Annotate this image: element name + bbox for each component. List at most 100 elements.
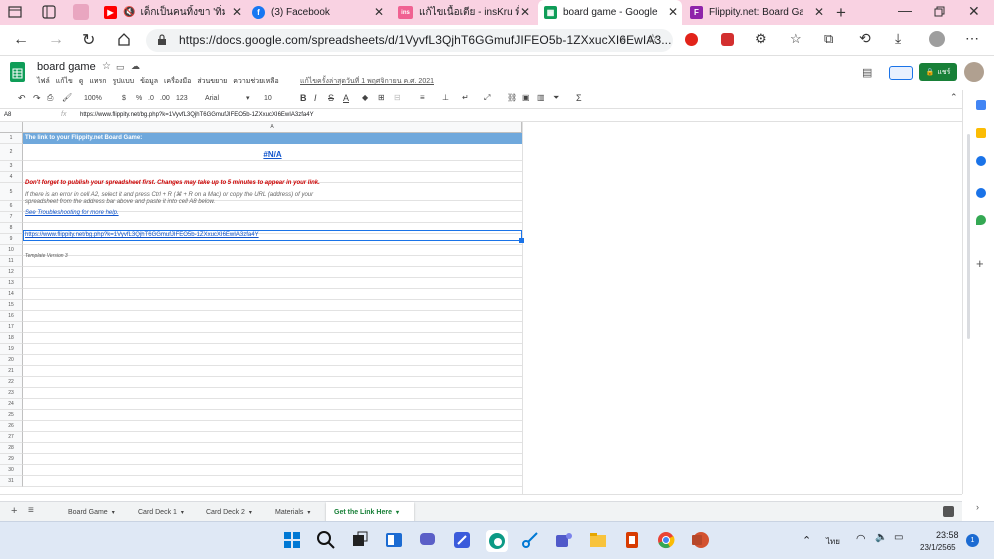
teams-icon[interactable] [554, 530, 576, 552]
merge-cells-icon[interactable]: ⊟ [394, 93, 401, 102]
formula-input[interactable]: https://www.flippity.net/bg.php?k=1VyvfL… [80, 112, 314, 118]
add-sheet-button[interactable]: + [11, 505, 17, 517]
row-header[interactable]: 14 [0, 289, 23, 300]
cell-a10[interactable]: Template Version 3 [25, 253, 68, 259]
increase-decimal-button[interactable]: .00 [160, 95, 170, 102]
bold-icon[interactable]: B [300, 93, 307, 103]
row-header[interactable]: 23 [0, 388, 23, 399]
grid-row[interactable] [23, 421, 522, 432]
row-header[interactable]: 6 [0, 201, 23, 212]
insert-comment-icon[interactable]: ▣ [522, 93, 530, 102]
currency-button[interactable]: $ [122, 95, 126, 102]
row-header[interactable]: 12 [0, 267, 23, 278]
grid-row[interactable] [23, 289, 522, 300]
browser-tab-youtube[interactable]: ▶ 🔇 เด็กเป็นคนทิ้งขา 'ทิ่มม ✕ [104, 0, 246, 25]
window-menu-icon[interactable] [8, 5, 22, 19]
expand-panel-icon[interactable]: › [976, 502, 979, 512]
cell-a2[interactable]: #N/A [23, 150, 522, 159]
chevron-down-icon[interactable]: ▾ [246, 94, 250, 102]
comments-icon[interactable]: ▤ [862, 66, 872, 79]
fill-handle[interactable] [519, 238, 524, 243]
forward-button[interactable]: → [48, 31, 64, 49]
select-all-corner[interactable] [0, 122, 23, 133]
redo-icon[interactable]: ↷ [33, 93, 41, 104]
insert-chart-icon[interactable]: ▥ [537, 93, 545, 102]
menu-item[interactable]: ข้อมูล [140, 76, 158, 87]
clock-time[interactable]: 23:58 [936, 530, 959, 540]
menu-item[interactable]: เครื่องมือ [164, 76, 191, 87]
share-button[interactable]: 🔒 แชร์ [919, 63, 957, 81]
chevron-down-icon[interactable]: ▾ [307, 509, 310, 516]
favorites-icon[interactable]: ☆ [790, 31, 802, 47]
language-indicator[interactable]: ไทย [826, 535, 840, 548]
paint-format-icon[interactable]: 🖌 [62, 93, 72, 102]
more-formats-button[interactable]: 123 [176, 95, 188, 102]
row-header[interactable]: 20 [0, 355, 23, 366]
row-header[interactable]: 21 [0, 366, 23, 377]
sheets-logo-icon[interactable] [10, 62, 25, 82]
powerpoint-icon[interactable] [690, 530, 712, 552]
reload-button[interactable]: ↻ [82, 30, 95, 50]
battery-icon[interactable]: ▭ [894, 532, 903, 543]
file-explorer-icon[interactable] [588, 530, 610, 552]
speaker-muted-icon[interactable]: 🔇 [123, 7, 135, 18]
decrease-decimal-button[interactable]: .0 [148, 95, 154, 102]
more-menu-icon[interactable]: ⋯ [965, 30, 979, 47]
name-box[interactable]: A8 [4, 112, 11, 118]
chevron-down-icon[interactable]: ▾ [249, 509, 252, 516]
grid-row[interactable] [23, 377, 522, 388]
download-icon[interactable]: ⤓ [895, 30, 901, 47]
row-header[interactable]: 3 [0, 161, 23, 172]
extensions-icon[interactable]: ⚙ [755, 31, 767, 47]
close-icon[interactable]: ✕ [668, 5, 678, 19]
back-button[interactable]: ← [13, 31, 29, 49]
grid-row[interactable] [23, 344, 522, 355]
document-title[interactable]: board game [37, 61, 96, 73]
opera-extension-icon[interactable] [685, 33, 698, 46]
volume-icon[interactable]: 🔈 [875, 532, 887, 543]
star-icon[interactable]: ☆ [102, 61, 111, 72]
collections-icon[interactable]: ⧉ [824, 31, 833, 47]
all-sheets-icon[interactable]: ≡ [28, 505, 34, 516]
office-icon[interactable] [622, 530, 644, 552]
close-icon[interactable]: ✕ [814, 5, 824, 19]
cell-a6[interactable]: See Troubleshooting for more help. [25, 210, 119, 216]
row-header[interactable]: 30 [0, 465, 23, 476]
row-header[interactable]: 9 [0, 234, 23, 245]
restore-button[interactable] [934, 6, 945, 17]
text-color-icon[interactable]: A [343, 93, 349, 103]
row-header[interactable]: 24 [0, 399, 23, 410]
grid-row[interactable] [23, 432, 522, 443]
menu-item[interactable]: ดู [79, 76, 84, 87]
meet-button[interactable] [889, 66, 913, 80]
grid-row[interactable] [23, 267, 522, 278]
pinned-tab-icon[interactable] [73, 4, 89, 20]
row-header[interactable]: 26 [0, 421, 23, 432]
grid-row[interactable] [23, 443, 522, 454]
minimize-button[interactable]: — [898, 2, 912, 18]
add-addon-icon[interactable]: + [976, 256, 984, 271]
widgets-icon[interactable] [384, 530, 406, 552]
grid-row[interactable] [23, 311, 522, 322]
strikethrough-icon[interactable]: S [328, 93, 334, 103]
row-header[interactable]: 16 [0, 311, 23, 322]
tasks-icon[interactable] [976, 156, 986, 166]
search-icon[interactable] [316, 530, 338, 552]
notification-badge[interactable]: 1 [966, 534, 979, 547]
menu-item[interactable]: แก้ไข [56, 76, 73, 87]
vertical-scrollbar[interactable] [967, 134, 970, 339]
text-rotation-icon[interactable]: ⤢ [484, 93, 490, 103]
sheet-tab-card-deck-1[interactable]: Card Deck 1 ▾ [130, 502, 196, 522]
move-folder-icon[interactable]: ▭ [116, 62, 125, 73]
grid-row[interactable] [23, 278, 522, 289]
row-header[interactable]: 18 [0, 333, 23, 344]
row-header[interactable]: 29 [0, 454, 23, 465]
horizontal-scrollbar[interactable] [0, 494, 962, 501]
cell-a5-line1[interactable]: If there is an error in cell A2, select … [25, 191, 313, 198]
grid-row[interactable] [23, 322, 522, 333]
browser-tab-inskru[interactable]: ins แก้ไขเนื้อเตีย - insKru พื้นที่ ✕ [398, 0, 534, 25]
grid-row[interactable] [23, 161, 522, 172]
last-edit-link[interactable]: แก้ไขครั้งล่าสุดวันที่ 1 พฤศจิกายน ค.ศ. … [300, 76, 434, 87]
font-size-select[interactable]: 10 [264, 95, 272, 102]
cell-a4[interactable]: Don't forget to publish your spreadsheet… [25, 180, 320, 186]
